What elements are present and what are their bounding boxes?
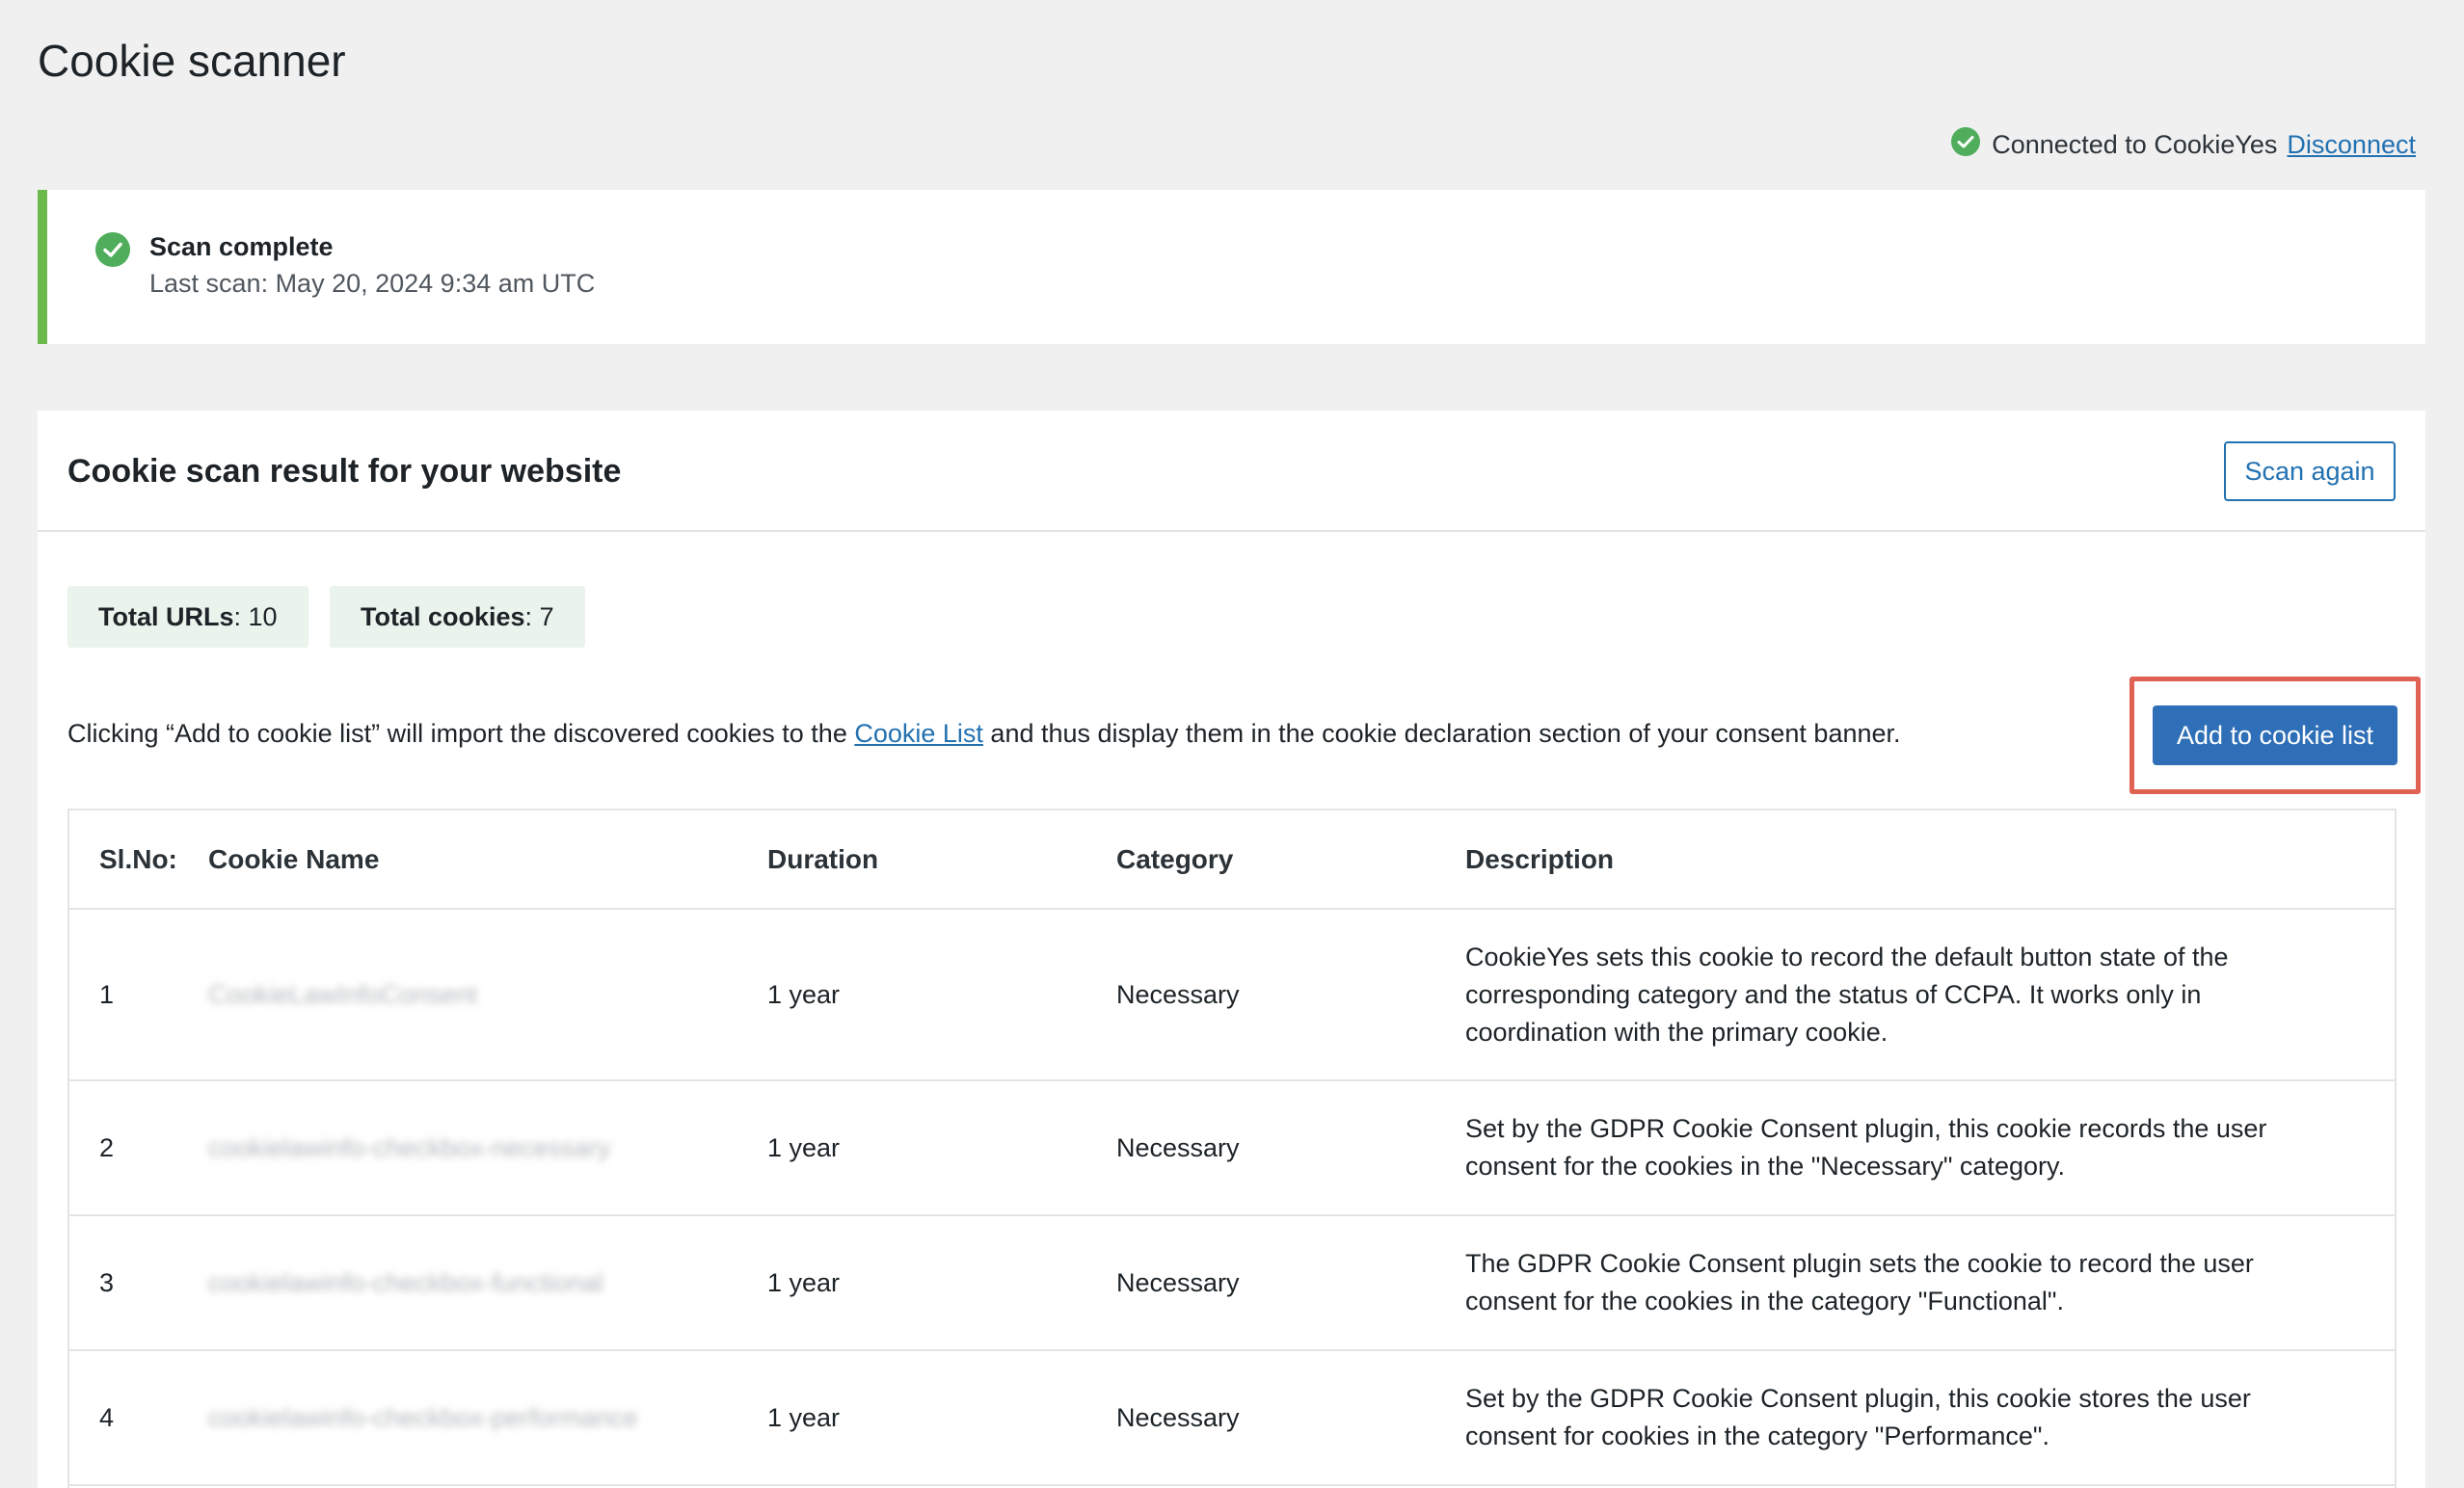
- cell-cookie-name: cookielawinfo-checkbox-functional: [208, 1215, 767, 1351]
- column-header-slno: Sl.No:: [69, 810, 208, 910]
- cell-category: Necessary: [1116, 909, 1465, 1081]
- cookie-table: Sl.No: Cookie Name Duration Category Des…: [69, 810, 2395, 1486]
- total-cookies-badge: Total cookies: 7: [330, 586, 585, 648]
- page-title: Cookie scanner: [38, 36, 346, 86]
- cookie-list-link[interactable]: Cookie List: [854, 719, 983, 748]
- column-header-description: Description: [1465, 810, 2395, 910]
- cell-description: Set by the GDPR Cookie Consent plugin, t…: [1465, 1350, 2395, 1486]
- cell-category: Necessary: [1116, 1080, 1465, 1216]
- cell-duration: 1 year: [767, 909, 1116, 1081]
- scan-result-card: Cookie scan result for your website Scan…: [38, 411, 2425, 1488]
- scan-again-button[interactable]: Scan again: [2224, 441, 2396, 501]
- check-circle-icon: [1951, 127, 1981, 163]
- notice-title: Scan complete: [149, 232, 334, 261]
- disconnect-link[interactable]: Disconnect: [2287, 130, 2416, 160]
- total-cookies-label: Total cookies: [361, 601, 525, 631]
- cell-cookie-name: cookielawinfo-checkbox-performance: [208, 1350, 767, 1486]
- card-title: Cookie scan result for your website: [67, 453, 622, 490]
- cell-category: Necessary: [1116, 1350, 1465, 1486]
- cell-description: The GDPR Cookie Consent plugin sets the …: [1465, 1215, 2395, 1351]
- cookie-table-wrapper: Sl.No: Cookie Name Duration Category Des…: [67, 809, 2397, 1488]
- table-row: 4 cookielawinfo-checkbox-performance 1 y…: [69, 1350, 2395, 1486]
- column-header-cookie-name: Cookie Name: [208, 810, 767, 910]
- card-header: Cookie scan result for your website Scan…: [38, 411, 2425, 532]
- total-urls-badge: Total URLs: 10: [67, 586, 308, 648]
- cell-cookie-name: CookieLawInfoConsent: [208, 909, 767, 1081]
- column-header-duration: Duration: [767, 810, 1116, 910]
- info-text-after: and thus display them in the cookie decl…: [982, 719, 1901, 748]
- total-urls-value: 10: [248, 601, 278, 631]
- total-cookies-value: 7: [539, 601, 554, 631]
- connection-status: Connected to CookieYes Disconnect: [1951, 127, 2416, 163]
- cell-description: Set by the GDPR Cookie Consent plugin, t…: [1465, 1080, 2395, 1216]
- cell-duration: 1 year: [767, 1350, 1116, 1486]
- connection-text: Connected to CookieYes: [1992, 130, 2278, 159]
- cell-duration: 1 year: [767, 1080, 1116, 1216]
- table-row: 1 CookieLawInfoConsent 1 year Necessary …: [69, 909, 2395, 1081]
- import-info-text: Clicking “Add to cookie list” will impor…: [67, 719, 1901, 749]
- cell-category: Necessary: [1116, 1215, 1465, 1351]
- column-header-category: Category: [1116, 810, 1465, 910]
- info-text-before: Clicking “Add to cookie list” will impor…: [67, 719, 855, 748]
- check-circle-icon: [95, 232, 130, 272]
- cell-duration: 1 year: [767, 1215, 1116, 1351]
- cell-slno: 3: [69, 1215, 208, 1351]
- cell-slno: 4: [69, 1350, 208, 1486]
- table-row: 2 cookielawinfo-checkbox-necessary 1 yea…: [69, 1080, 2395, 1216]
- cell-slno: 1: [69, 909, 208, 1081]
- add-to-cookie-list-button[interactable]: Add to cookie list: [2153, 705, 2397, 765]
- cell-cookie-name: cookielawinfo-checkbox-necessary: [208, 1080, 767, 1216]
- last-scan-time: Last scan: May 20, 2024 9:34 am UTC: [149, 269, 596, 298]
- cell-description: CookieYes sets this cookie to record the…: [1465, 909, 2395, 1081]
- cell-slno: 2: [69, 1080, 208, 1216]
- table-header-row: Sl.No: Cookie Name Duration Category Des…: [69, 810, 2395, 910]
- total-urls-label: Total URLs: [98, 601, 234, 631]
- table-row: 3 cookielawinfo-checkbox-functional 1 ye…: [69, 1215, 2395, 1351]
- scan-complete-notice: Scan complete Last scan: May 20, 2024 9:…: [38, 190, 2425, 344]
